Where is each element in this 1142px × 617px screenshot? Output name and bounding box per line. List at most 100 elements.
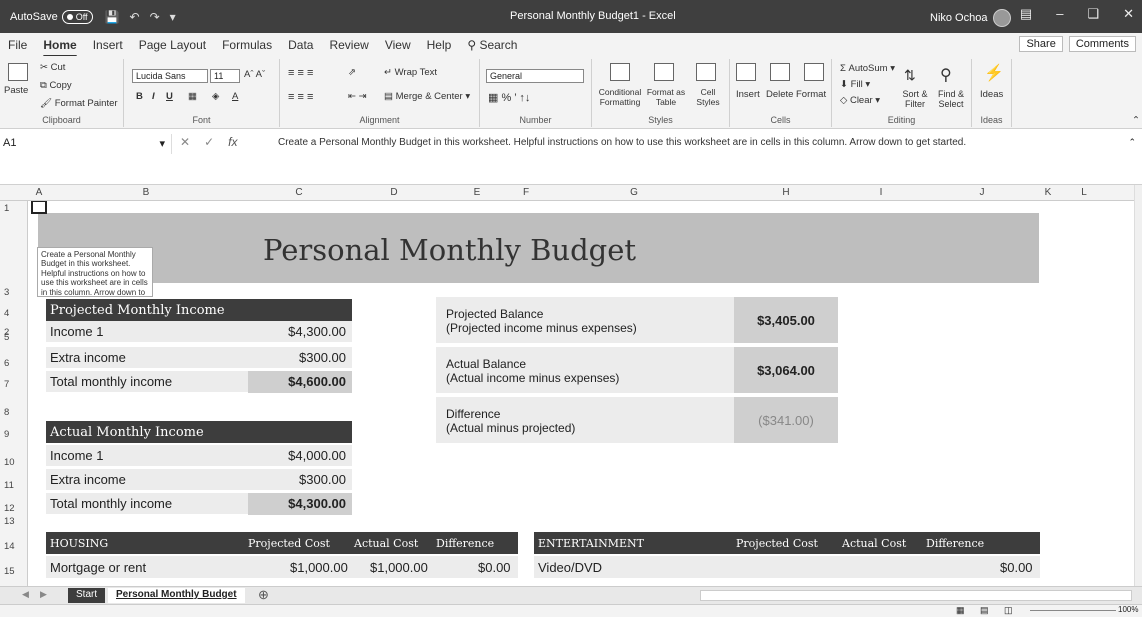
cancel-icon[interactable]: ✕ — [180, 135, 190, 149]
insert-function-icon[interactable]: fx — [228, 135, 237, 149]
table-row[interactable]: Income 1 $4,300.00 — [46, 321, 352, 343]
save-icon[interactable]: 💾 — [105, 10, 120, 24]
col-f[interactable]: F — [518, 187, 534, 198]
sort-filter-button[interactable]: Sort & Filter — [898, 89, 932, 109]
format-table-icon[interactable] — [654, 63, 674, 81]
font-name-select[interactable]: Lucida Sans — [132, 69, 208, 83]
indent-icon[interactable]: ⇤ ⇥ — [348, 91, 367, 102]
align-top-icon[interactable]: ≡ ≡ ≡ — [288, 67, 313, 79]
table-row[interactable]: Mortgage or rent $1,000.00 $1,000.00 $0.… — [46, 556, 518, 578]
user-account[interactable]: Niko Ochoa — [930, 9, 1012, 27]
page-break-view-icon[interactable]: ◫ — [1004, 605, 1013, 616]
zoom-level[interactable]: 100% — [1118, 605, 1138, 614]
enter-icon[interactable]: ✓ — [204, 135, 214, 149]
avatar[interactable] — [993, 9, 1012, 27]
housing-header[interactable]: HOUSING Projected Cost Actual Cost Diffe… — [46, 532, 518, 554]
table-row[interactable]: Total monthly income $4,600.00 — [46, 370, 352, 393]
cell-styles-button[interactable]: Cell Styles — [690, 87, 726, 107]
row-13[interactable]: 13 — [4, 516, 15, 527]
delete-cells-icon[interactable] — [770, 63, 790, 81]
tab-page-layout[interactable]: Page Layout — [131, 38, 214, 52]
col-h[interactable]: H — [734, 187, 838, 198]
col-b[interactable]: B — [46, 187, 246, 198]
table-row[interactable]: Extra income $300.00 — [46, 469, 352, 491]
row-15[interactable]: 15 — [4, 566, 15, 577]
next-sheet-icon[interactable]: ▶ — [40, 589, 47, 600]
conditional-formatting-icon[interactable] — [610, 63, 630, 81]
table-row[interactable]: Extra income $300.00 — [46, 347, 352, 369]
col-k[interactable]: K — [1040, 187, 1056, 198]
tab-view[interactable]: View — [377, 38, 419, 52]
row-14[interactable]: 14 — [4, 541, 15, 552]
row-7[interactable]: 7 — [4, 379, 9, 390]
cell-styles-icon[interactable] — [696, 63, 716, 81]
tab-insert[interactable]: Insert — [85, 38, 131, 52]
font-grow-icon[interactable]: Aˆ Aˇ — [244, 69, 265, 80]
expand-formula-icon[interactable]: ⌃ — [1128, 137, 1136, 148]
italic-button[interactable]: I — [152, 91, 155, 102]
tab-home[interactable]: Home — [35, 38, 84, 52]
row-12[interactable]: 12 — [4, 503, 15, 514]
orientation-icon[interactable]: ⇗ — [348, 67, 356, 78]
zoom-slider[interactable] — [1030, 610, 1116, 611]
tab-data[interactable]: Data — [280, 38, 321, 52]
row-4[interactable]: 4 — [4, 308, 9, 319]
insert-button[interactable]: Insert — [736, 89, 760, 100]
actual-income-header[interactable]: Actual Monthly Income — [46, 421, 352, 443]
projected-balance-block[interactable]: Projected Balance (Projected income minus… — [436, 297, 838, 345]
entertainment-header[interactable]: ENTERTAINMENT Projected Cost Actual Cost… — [534, 532, 1040, 554]
prev-sheet-icon[interactable]: ◀ — [22, 589, 29, 600]
number-format-select[interactable]: General — [486, 69, 584, 83]
row-10[interactable]: 10 — [4, 457, 15, 468]
maximize-icon[interactable]: ❑ — [1087, 6, 1099, 22]
tab-review[interactable]: Review — [321, 38, 376, 52]
paste-button[interactable]: Paste — [4, 85, 28, 96]
ideas-button[interactable]: Ideas — [980, 89, 1003, 100]
borders-icon[interactable]: ▦ — [188, 91, 197, 102]
row-1[interactable]: 1 — [4, 203, 9, 214]
col-g[interactable]: G — [534, 187, 734, 198]
copy-button[interactable]: ⧉ Copy — [40, 80, 72, 91]
format-button[interactable]: Format — [796, 89, 826, 100]
fill-color-icon[interactable]: ◈ — [212, 91, 219, 102]
sheet-tab-start[interactable]: Start — [68, 588, 106, 603]
redo-icon[interactable]: ↷ — [150, 10, 160, 24]
autosum-button[interactable]: Σ AutoSum ▾ — [840, 63, 895, 74]
vertical-scrollbar[interactable] — [1134, 185, 1142, 586]
worksheet-grid[interactable]: Create a Personal Monthly Budget in this… — [28, 201, 1134, 586]
col-a[interactable]: A — [32, 187, 46, 198]
selected-cell-a1[interactable] — [31, 201, 47, 214]
ideas-icon[interactable]: ⚡ — [984, 63, 1004, 83]
autosave-toggle[interactable]: Off — [61, 9, 93, 24]
title-banner[interactable]: Personal Monthly Budget — [38, 213, 1039, 283]
share-button[interactable]: Share — [1019, 36, 1063, 52]
autosave-control[interactable]: AutoSave Off — [10, 9, 93, 24]
col-j[interactable]: J — [924, 187, 1040, 198]
ribbon-display-icon[interactable]: ▤ — [1020, 6, 1032, 22]
tab-formulas[interactable]: Formulas — [214, 38, 280, 52]
tab-file[interactable]: File — [0, 38, 35, 52]
table-row[interactable]: Total monthly income $4,300.00 — [46, 492, 352, 515]
accounting-format-icon[interactable]: ▦ % ’ ↑↓ — [488, 91, 530, 104]
col-i[interactable]: I — [838, 187, 924, 198]
row-8[interactable]: 8 — [4, 407, 9, 418]
cut-button[interactable]: ✂ Cut — [40, 62, 65, 73]
bold-button[interactable]: B — [136, 91, 143, 102]
delete-button[interactable]: Delete — [766, 89, 793, 100]
col-d[interactable]: D — [352, 187, 436, 198]
close-icon[interactable]: ✕ — [1123, 6, 1134, 22]
format-painter-button[interactable]: 🖌 Format Painter — [40, 98, 118, 109]
add-sheet-icon[interactable]: ⊕ — [258, 587, 269, 603]
page-layout-view-icon[interactable]: ▤ — [980, 605, 989, 616]
paste-icon[interactable] — [8, 63, 28, 81]
col-c[interactable]: C — [246, 187, 352, 198]
col-l[interactable]: L — [1056, 187, 1112, 198]
name-box[interactable]: A1 ▾ — [0, 134, 172, 154]
projected-income-header[interactable]: Projected Monthly Income — [46, 299, 352, 321]
undo-icon[interactable]: ↶ — [130, 10, 140, 24]
find-select-button[interactable]: Find & Select — [932, 89, 970, 109]
row-6[interactable]: 6 — [4, 358, 9, 369]
row-9[interactable]: 9 — [4, 429, 9, 440]
insert-cells-icon[interactable] — [736, 63, 756, 81]
difference-block[interactable]: Difference (Actual minus projected) ($341… — [436, 397, 838, 445]
